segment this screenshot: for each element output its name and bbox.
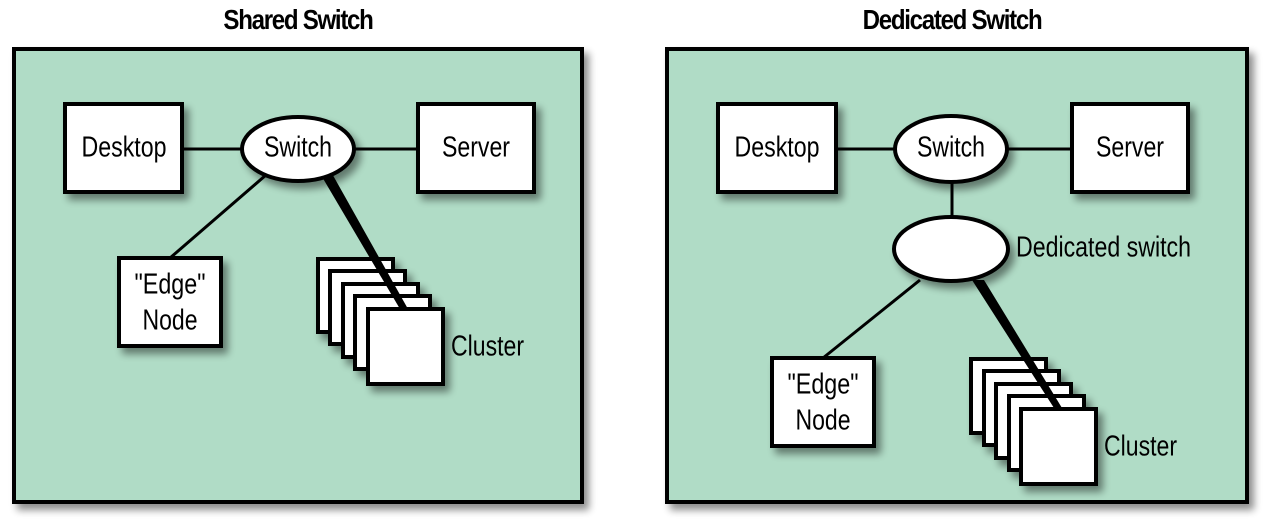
dedicated-switch-node (892, 215, 1010, 283)
edge-node-label-line2: Node (796, 405, 851, 437)
cluster-label: Cluster (451, 331, 524, 363)
server-label: Server (1096, 132, 1164, 164)
server-label: Server (442, 132, 510, 164)
shared-switch-panel: Desktop Switch Server "Edge" Node Cluste… (12, 47, 584, 504)
cluster-label: Cluster (1104, 431, 1177, 463)
edge-node-label-line2: Node (143, 305, 198, 337)
desktop-label: Desktop (735, 132, 820, 164)
edge-node-label-line1: "Edge" (788, 369, 859, 401)
desktop-label: Desktop (82, 132, 167, 164)
cluster-node (366, 307, 445, 386)
network-diagram: Desktop Switch Server "Edge" Node Cluste… (12, 47, 1249, 504)
edge-node-label-line1: "Edge" (135, 269, 206, 301)
switch-label: Switch (264, 132, 332, 164)
cluster-node (1019, 407, 1098, 486)
switch-label: Switch (917, 132, 985, 164)
dedicated-switch-label: Dedicated switch (1016, 232, 1191, 264)
dedicated-switch-panel: Desktop Switch Server Dedicated switch "… (665, 47, 1249, 504)
